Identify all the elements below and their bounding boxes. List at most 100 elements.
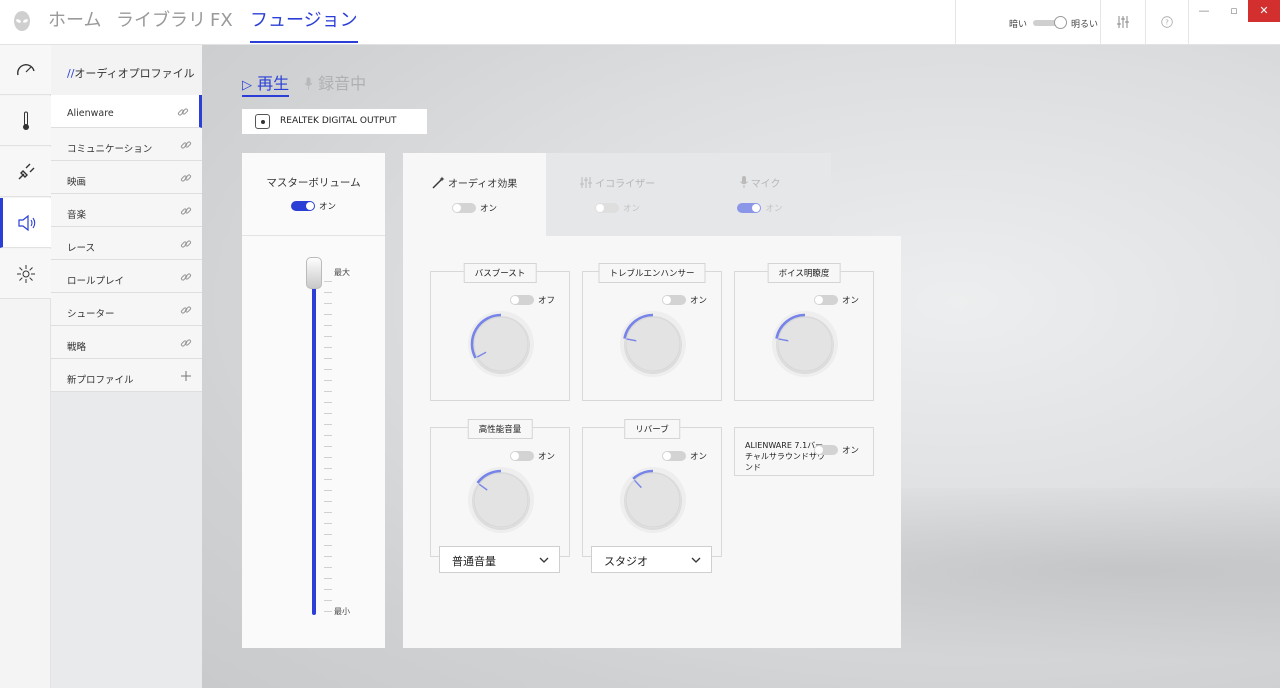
microphone-toggle-label: オン (765, 204, 783, 214)
voice-clarity-toggle[interactable] (813, 294, 838, 305)
tab-microphone[interactable]: マイク オン (689, 153, 831, 236)
minimize-button[interactable]: — (1188, 0, 1220, 22)
chevron-down-icon (539, 557, 549, 563)
tab-recording[interactable]: 録音中 (304, 70, 366, 94)
volume-slider-handle[interactable] (306, 257, 322, 289)
treble-enhancer-title: トレブルエンハンサー (598, 263, 706, 283)
link-icon[interactable] (177, 106, 189, 118)
help-button[interactable]: ? (1145, 0, 1188, 45)
smart-volume-card: 高性能音量 オン (430, 419, 570, 557)
play-icon: ▷ (242, 78, 252, 93)
reverb-dropdown-value: スタジオ (604, 555, 648, 568)
rail-lighting[interactable] (0, 249, 51, 299)
link-icon[interactable] (180, 238, 192, 250)
smart-volume-title: 高性能音量 (467, 419, 533, 439)
treble-enhancer-knob[interactable] (618, 309, 688, 379)
profile-item[interactable]: シューター (51, 293, 202, 326)
equalizer-toggle[interactable] (594, 203, 619, 213)
alienware-logo-icon[interactable] (13, 11, 31, 33)
close-button[interactable]: ✕ (1248, 0, 1280, 22)
nav-library[interactable]: ライブラリ (116, 9, 206, 43)
brightness-slider-handle[interactable] (1054, 16, 1067, 29)
nav-fusion[interactable]: フュージョン (250, 9, 358, 43)
mixer-button[interactable] (1100, 0, 1145, 45)
reverb-toggle[interactable] (661, 450, 686, 461)
reverb-dropdown[interactable]: スタジオ (591, 546, 712, 573)
wand-icon (432, 176, 445, 189)
treble-enhancer-toggle[interactable] (661, 294, 686, 305)
profile-list: Alienware コミュニケーション 映画音楽レース ロールプレイ シューター 戦略 新プ… (51, 95, 202, 392)
smart-volume-toggle-label: オン (537, 451, 555, 462)
profile-item-label: 音楽 (67, 210, 87, 221)
rail-performance[interactable] (0, 45, 51, 95)
device-name: REALTEK DIGITAL OUTPUT (280, 116, 397, 126)
output-device-selector[interactable]: REALTEK DIGITAL OUTPUT (242, 109, 427, 134)
master-volume-toggle[interactable] (290, 201, 315, 211)
link-icon[interactable] (180, 172, 192, 184)
microphone-icon (739, 176, 748, 188)
profile-item-label: 映画 (67, 177, 87, 188)
microphone-icon (304, 77, 313, 90)
rail-thermal[interactable] (0, 96, 51, 146)
equalizer-toggle-label: オン (622, 204, 640, 214)
audio-effects-toggle[interactable] (451, 203, 476, 213)
link-icon[interactable] (180, 304, 192, 316)
voice-toggle-label: オン (841, 295, 859, 306)
tab-recording-label: 録音中 (318, 74, 367, 93)
tab-audio-effects[interactable]: オーディオ効果 オン (403, 153, 546, 236)
bass-boost-title: バスブースト (463, 263, 537, 283)
virtual-surround-toggle[interactable] (813, 444, 838, 455)
svg-text:?: ? (1165, 19, 1169, 27)
link-icon[interactable] (180, 205, 192, 217)
voice-clarity-card: ボイス明瞭度 オン (734, 263, 874, 401)
link-icon[interactable] (180, 337, 192, 349)
volume-max-label: 最大 (334, 268, 350, 277)
tab-playback[interactable]: ▷ 再生 (242, 70, 290, 97)
tab-microphone-label: マイク (750, 179, 781, 190)
smart-volume-knob[interactable] (466, 465, 536, 535)
treble-toggle-label: オン (689, 295, 707, 306)
profile-item[interactable]: 音楽 (51, 194, 202, 227)
link-icon[interactable] (180, 139, 192, 151)
plus-icon[interactable] (180, 370, 192, 382)
profile-item[interactable]: ロールプレイ (51, 260, 202, 293)
help-icon: ? (1161, 16, 1173, 28)
bass-boost-toggle[interactable] (509, 294, 534, 305)
audio-icon (18, 214, 36, 231)
virtual-surround-card: ALIENWARE 7.1バーチャルサラウンドサウンド オン (734, 427, 874, 476)
bass-boost-knob[interactable] (466, 309, 536, 379)
bass-boost-card: バスブースト オフ (430, 263, 570, 401)
volume-slider-track[interactable] (312, 273, 316, 615)
tab-playback-label: 再生 (257, 74, 290, 93)
mixer-icon (1117, 16, 1129, 28)
smart-volume-dropdown[interactable]: 普通音量 (439, 546, 560, 573)
master-volume-panel: マスターボリューム オン 最大 最小 (242, 153, 385, 648)
equalizer-icon (579, 177, 592, 188)
performance-icon (16, 63, 35, 75)
rail-audio[interactable] (0, 198, 51, 248)
smart-volume-toggle[interactable] (509, 450, 534, 461)
brightness-dark-label: 暗い (1009, 20, 1028, 30)
nav-fx[interactable]: FX (210, 9, 233, 43)
maximize-button[interactable]: ▫ (1218, 0, 1250, 22)
rail-power[interactable] (0, 147, 51, 197)
reverb-title: リバーブ (624, 419, 680, 439)
profile-item[interactable]: レース (51, 227, 202, 260)
reverb-knob[interactable] (618, 465, 688, 535)
microphone-toggle[interactable] (737, 203, 762, 213)
voice-clarity-title: ボイス明瞭度 (767, 263, 841, 283)
nav-home[interactable]: ホーム (48, 9, 101, 43)
profile-item[interactable]: コミュニケーション (51, 128, 202, 161)
profile-item[interactable]: 映画 (51, 161, 202, 194)
profile-item[interactable]: 戦略 (51, 326, 202, 359)
profile-item[interactable]: 新プロファイル (51, 359, 202, 392)
tab-equalizer[interactable]: イコライザー オン (546, 153, 689, 236)
master-toggle-label: オン (318, 202, 336, 212)
voice-clarity-knob[interactable] (770, 309, 840, 379)
profile-panel-title: オーディオプロファイル (74, 67, 195, 80)
profile-item[interactable]: Alienware (51, 95, 202, 128)
link-icon[interactable] (180, 271, 192, 283)
master-volume-title: マスターボリューム (266, 177, 361, 189)
profile-item-label: コミュニケーション (67, 144, 153, 155)
audio-profile-panel: //オーディオプロファイル Alienware コミュニケーション 映画 音楽 レースロ… (51, 45, 202, 688)
